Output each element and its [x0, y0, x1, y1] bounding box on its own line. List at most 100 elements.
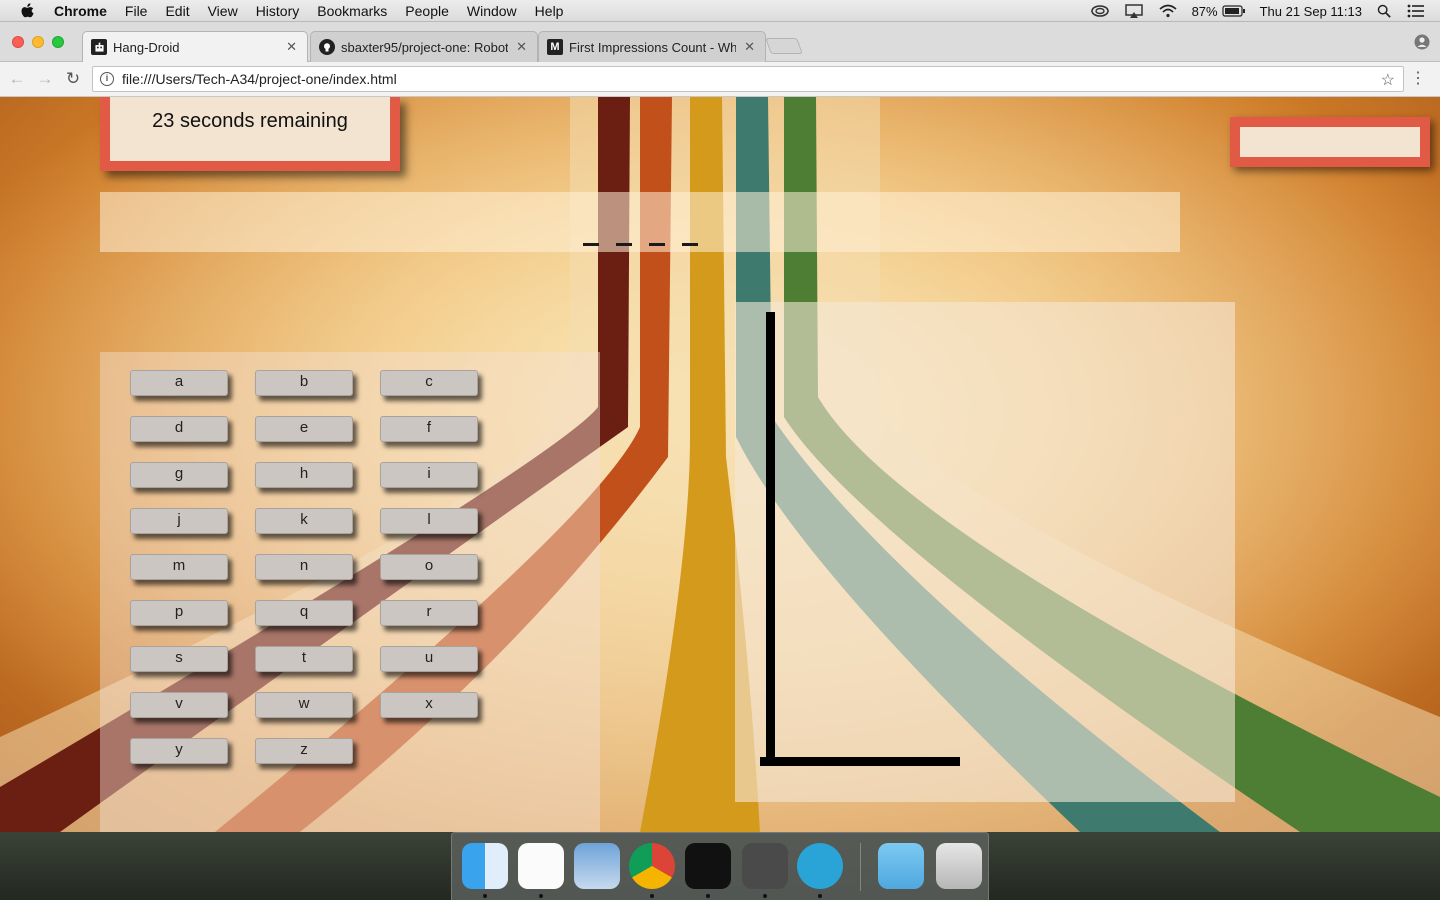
forward-arrow-icon[interactable]: →: [36, 70, 54, 88]
tab-title: Hang-Droid: [113, 39, 180, 55]
menu-clock[interactable]: Thu 21 Sep 11:13: [1260, 4, 1362, 19]
letter-button-e[interactable]: e: [255, 416, 353, 442]
gallows-post: [766, 312, 775, 762]
spotlight-search-icon[interactable]: [1376, 4, 1392, 18]
notification-center-icon[interactable]: [1406, 4, 1426, 18]
timer-box: 23 seconds remaining: [100, 97, 400, 171]
tab-close-icon[interactable]: ✕: [286, 39, 297, 55]
profile-icon[interactable]: [1414, 34, 1430, 50]
letter-button-m[interactable]: m: [130, 554, 228, 580]
dock-chrome-icon[interactable]: [629, 843, 675, 889]
dock-terminal-icon[interactable]: [685, 843, 731, 889]
robot-favicon-icon: [91, 39, 107, 55]
menu-file[interactable]: File: [125, 3, 148, 19]
page-viewport: 23 seconds remaining a b c d e f g h i j k l m n o p q r s…: [0, 97, 1440, 832]
menu-people[interactable]: People: [405, 3, 449, 19]
letter-button-z[interactable]: z: [255, 738, 353, 764]
window-zoom-button[interactable]: [52, 36, 64, 48]
creative-cloud-icon[interactable]: [1090, 4, 1110, 18]
tab-hang-droid[interactable]: Hang-Droid ✕: [82, 31, 308, 62]
letter-blank: [648, 243, 665, 246]
letter-button-t[interactable]: t: [255, 646, 353, 672]
letter-blank: [582, 243, 599, 246]
url-text[interactable]: file:///Users/Tech-A34/project-one/index…: [122, 71, 397, 87]
letter-button-i[interactable]: i: [380, 462, 478, 488]
new-tab-button[interactable]: [765, 38, 803, 54]
menu-bar: Chrome File Edit View History Bookmarks …: [0, 0, 1440, 22]
letter-button-x[interactable]: x: [380, 692, 478, 718]
dock-running-indicator: [763, 894, 767, 898]
dock: [451, 832, 989, 900]
timer-text: 23 seconds remaining: [152, 110, 348, 132]
letter-button-f[interactable]: f: [380, 416, 478, 442]
medium-favicon-icon: M: [547, 39, 563, 55]
dock-running-indicator: [818, 894, 822, 898]
letter-button-c[interactable]: c: [380, 370, 478, 396]
github-favicon-icon: [319, 39, 335, 55]
letter-button-h[interactable]: h: [255, 462, 353, 488]
site-info-icon[interactable]: i: [100, 72, 114, 86]
letter-button-b[interactable]: b: [255, 370, 353, 396]
battery-icon[interactable]: [1221, 4, 1246, 18]
browser-toolbar: ← → ↻ i file:///Users/Tech-A34/project-o…: [0, 62, 1440, 97]
menu-view[interactable]: View: [208, 3, 238, 19]
letter-blank: [615, 243, 632, 246]
letter-button-u[interactable]: u: [380, 646, 478, 672]
gallows-base: [760, 757, 960, 766]
menu-app-name[interactable]: Chrome: [54, 3, 107, 19]
letter-button-o[interactable]: o: [380, 554, 478, 580]
letter-button-p[interactable]: p: [130, 600, 228, 626]
letter-button-j[interactable]: j: [130, 508, 228, 534]
window-minimize-button[interactable]: [32, 36, 44, 48]
tab-close-icon[interactable]: ✕: [516, 39, 527, 55]
letter-button-y[interactable]: y: [130, 738, 228, 764]
reload-icon[interactable]: ↻: [64, 70, 82, 88]
tab-close-icon[interactable]: ✕: [744, 39, 755, 55]
window-close-button[interactable]: [12, 36, 24, 48]
dock-separator: [860, 843, 861, 891]
menu-help[interactable]: Help: [535, 3, 564, 19]
tab-title: First Impressions Count - Why: [569, 39, 737, 55]
word-display: [100, 192, 1180, 252]
dock-running-indicator: [706, 894, 710, 898]
letter-button-g[interactable]: g: [130, 462, 228, 488]
tab-github-repo[interactable]: sbaxter95/project-one: Robot ✕: [310, 31, 538, 62]
bookmark-star-icon[interactable]: ☆: [1381, 70, 1395, 90]
address-bar[interactable]: i file:///Users/Tech-A34/project-one/ind…: [92, 66, 1404, 92]
letter-button-a[interactable]: a: [130, 370, 228, 396]
letter-button-r[interactable]: r: [380, 600, 478, 626]
hangman-drawing-panel: [735, 302, 1235, 802]
letter-button-k[interactable]: k: [255, 508, 353, 534]
dock-downloads-folder-icon[interactable]: [878, 843, 924, 889]
dock-preview-icon[interactable]: [574, 843, 620, 889]
dock-running-indicator: [650, 894, 654, 898]
dock-markdown-editor-icon[interactable]: [797, 843, 843, 889]
letter-blank: [681, 243, 698, 246]
letter-button-s[interactable]: s: [130, 646, 228, 672]
tab-medium-article[interactable]: M First Impressions Count - Why ✕: [538, 31, 766, 62]
letter-button-l[interactable]: l: [380, 508, 478, 534]
chrome-menu-icon[interactable]: ⋮: [1410, 71, 1426, 87]
dock-sublime-text-icon[interactable]: [742, 843, 788, 889]
score-box: [1230, 117, 1430, 167]
letter-keyboard: a b c d e f g h i j k l m n o p q r s t u v w x y z: [100, 352, 600, 832]
tab-title: sbaxter95/project-one: Robot: [341, 39, 509, 55]
letter-button-w[interactable]: w: [255, 692, 353, 718]
menu-window[interactable]: Window: [467, 3, 517, 19]
dock-trash-icon[interactable]: [936, 843, 982, 889]
letter-button-q[interactable]: q: [255, 600, 353, 626]
letter-button-d[interactable]: d: [130, 416, 228, 442]
menu-history[interactable]: History: [256, 3, 300, 19]
back-arrow-icon[interactable]: ←: [8, 70, 26, 88]
dock-finder-icon[interactable]: [462, 843, 508, 889]
menu-edit[interactable]: Edit: [165, 3, 189, 19]
menu-bookmarks[interactable]: Bookmarks: [317, 3, 387, 19]
airplay-icon[interactable]: [1124, 4, 1144, 18]
dock-slack-icon[interactable]: [518, 843, 564, 889]
apple-icon[interactable]: [20, 2, 36, 20]
wifi-icon[interactable]: [1158, 4, 1178, 18]
letter-button-n[interactable]: n: [255, 554, 353, 580]
battery-percent: 87%: [1191, 3, 1218, 19]
menu-extras: 87% Thu 21 Sep 11:13: [1090, 0, 1440, 22]
letter-button-v[interactable]: v: [130, 692, 228, 718]
